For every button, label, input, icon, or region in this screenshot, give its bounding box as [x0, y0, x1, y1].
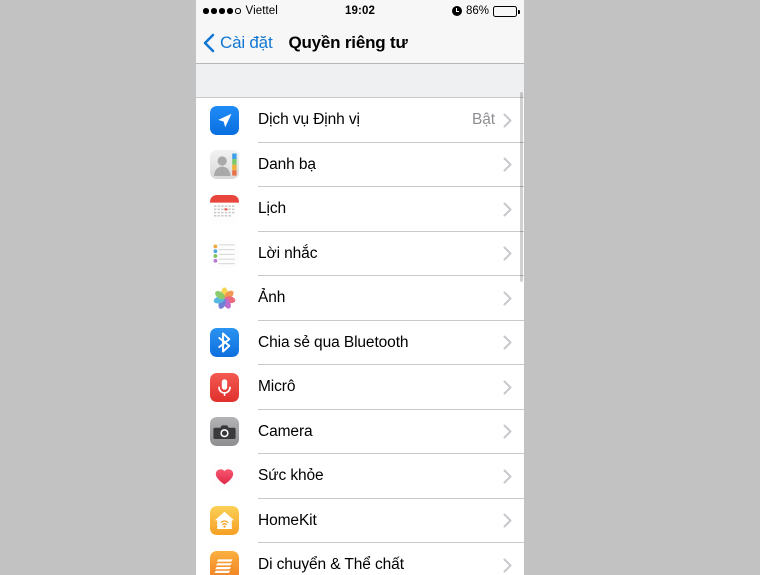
- list-item-value: Bật: [472, 111, 495, 129]
- location-services-icon: [210, 105, 239, 135]
- list-item-label: Di chuyển & Thể chất: [258, 556, 404, 574]
- list-item[interactable]: Sức khỏe: [196, 454, 524, 499]
- reminders-icon: [210, 239, 239, 269]
- list-item-label: HomeKit: [258, 511, 317, 529]
- scrollbar[interactable]: [520, 92, 523, 282]
- chevron-right-icon: [503, 246, 512, 261]
- chevron-right-icon: [503, 558, 512, 573]
- list-item[interactable]: Micrô: [196, 365, 524, 410]
- motion-fitness-icon: [210, 550, 239, 575]
- photos-icon: [210, 283, 239, 313]
- chevron-right-icon: [503, 380, 512, 395]
- chevron-left-icon: [203, 33, 215, 52]
- list-item-label: Ảnh: [258, 289, 286, 307]
- chevron-right-icon: [503, 513, 512, 528]
- list-item-label: Sức khỏe: [258, 467, 324, 485]
- chevron-right-icon: [503, 157, 512, 172]
- chevron-right-icon: [503, 202, 512, 217]
- list-item-label: Camera: [258, 422, 313, 440]
- list-header-spacer: [196, 64, 524, 98]
- list-item-label: Micrô: [258, 378, 296, 396]
- chevron-right-icon: [503, 291, 512, 306]
- list-item[interactable]: Lịch: [196, 187, 524, 232]
- chevron-right-icon: [503, 469, 512, 484]
- list-item-label: Chia sẻ qua Bluetooth: [258, 333, 409, 351]
- health-icon: [210, 461, 239, 491]
- chevron-right-icon: [503, 335, 512, 350]
- list-item-label: Lời nhắc: [258, 244, 318, 262]
- camera-icon: [210, 417, 239, 447]
- alarm-clock-icon: [451, 6, 462, 16]
- list-item[interactable]: Danh bạ: [196, 142, 524, 187]
- list-item-label: Lịch: [258, 200, 287, 218]
- phone-screen: Viettel 19:02 86% Cài đặt Quyền riêng tư…: [196, 0, 524, 575]
- list-item-label: Danh bạ: [258, 155, 316, 173]
- list-item[interactable]: Lời nhắc: [196, 231, 524, 276]
- microphone-icon: [210, 372, 239, 402]
- back-button-label: Cài đặt: [220, 32, 273, 52]
- status-bar-right: 86%: [451, 5, 520, 17]
- calendar-icon: [210, 194, 239, 224]
- status-bar: Viettel 19:02 86%: [196, 0, 524, 22]
- list-item[interactable]: Di chuyển & Thể chất: [196, 543, 524, 575]
- chevron-right-icon: [503, 113, 512, 128]
- navigation-bar: Cài đặt Quyền riêng tư: [196, 22, 524, 64]
- list-item-label: Dịch vụ Định vị: [258, 111, 360, 129]
- bluetooth-icon: [210, 328, 239, 358]
- privacy-settings-list: Dịch vụ Định vị Bật Danh bạ Lịch Lời nhắc Ảnh…: [196, 98, 524, 575]
- list-item[interactable]: HomeKit: [196, 498, 524, 543]
- homekit-icon: [210, 506, 239, 536]
- page-title: Quyền riêng tư: [288, 32, 408, 52]
- list-item[interactable]: Camera: [196, 409, 524, 454]
- list-item[interactable]: Dịch vụ Định vị Bật: [196, 98, 524, 143]
- list-item[interactable]: Chia sẻ qua Bluetooth: [196, 320, 524, 365]
- back-button[interactable]: Cài đặt: [203, 32, 273, 53]
- list-item[interactable]: Ảnh: [196, 276, 524, 321]
- chevron-right-icon: [503, 424, 512, 439]
- battery-percent-label: 86%: [465, 5, 489, 17]
- contacts-icon: [210, 150, 239, 180]
- battery-icon: [493, 5, 520, 17]
